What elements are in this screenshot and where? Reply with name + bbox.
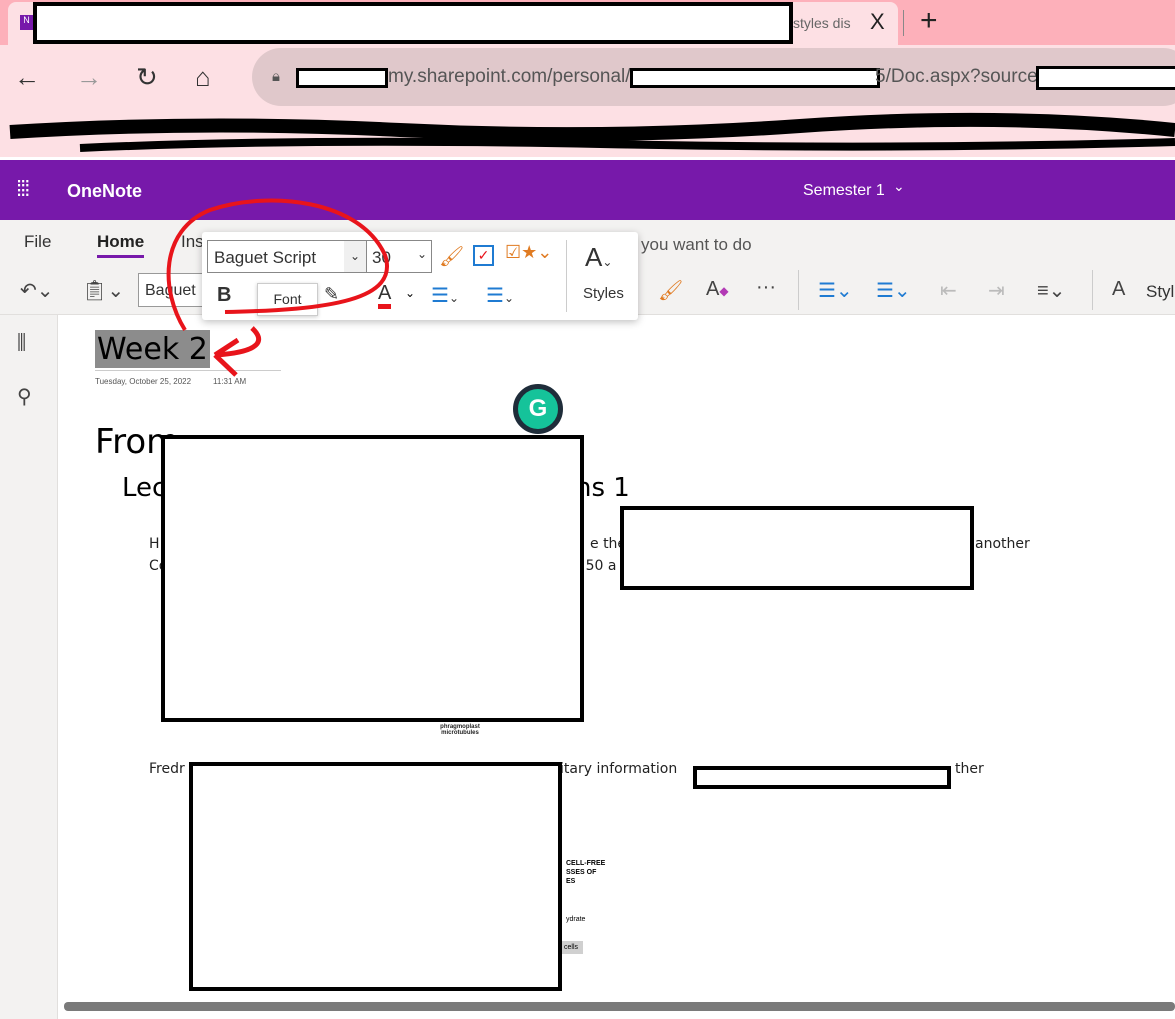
notebooks-icon[interactable]: ⫼ [17, 332, 26, 355]
divider [1092, 270, 1093, 310]
lock-icon: 🔒︎ [272, 68, 280, 85]
image-label: ydrate [566, 916, 586, 923]
divider [566, 240, 567, 312]
subheading-start: Lec [122, 473, 167, 503]
home-icon[interactable]: ⌂ [195, 62, 211, 93]
tab-file[interactable]: File [24, 232, 51, 252]
font-name-box[interactable]: Baguet [138, 273, 208, 307]
forward-icon[interactable]: → [76, 62, 102, 93]
clear-formatting-icon[interactable]: A◆ [706, 278, 729, 301]
page-title[interactable]: Week 2 [97, 332, 208, 367]
styles-icon[interactable]: A [1112, 278, 1125, 301]
redacted-url [296, 68, 388, 88]
paste-icon[interactable]: 📋︎⌄ [82, 278, 124, 303]
page-time: 11:31 AM [213, 377, 247, 386]
redacted-image [161, 435, 584, 722]
todo-tag-icon[interactable]: ✓ [473, 245, 494, 266]
increase-indent-icon[interactable]: ⇥ [988, 278, 1005, 303]
tab-insert[interactable]: Ins [181, 232, 204, 252]
chevron-down-icon[interactable]: ⌄ [893, 178, 905, 195]
styles-button[interactable]: Styles [583, 285, 624, 302]
image-label: SSES OF [566, 869, 597, 876]
active-tab-indicator [97, 255, 144, 258]
tab-home[interactable]: Home [97, 232, 144, 252]
paragraph-text: another [975, 536, 1030, 552]
search-icon[interactable]: ⚲ [17, 384, 32, 409]
bold-button[interactable]: B [217, 284, 231, 307]
undo-icon[interactable]: ↶⌄ [20, 278, 54, 303]
font-color-icon[interactable]: A [378, 282, 392, 309]
new-tab-button[interactable]: + [920, 4, 938, 38]
numbered-list-icon[interactable]: ☰⌄ [876, 278, 911, 303]
redacted-text [693, 766, 951, 789]
horizontal-scrollbar[interactable] [64, 1002, 1175, 1011]
bullet-list-icon[interactable]: ☰⌄ [431, 283, 459, 308]
title-underline [95, 370, 281, 371]
annotation-arrow [213, 326, 262, 377]
app-name[interactable]: OneNote [67, 181, 142, 202]
url-host: my.sharepoint.com/personal/ [388, 66, 631, 87]
highlighter-icon[interactable]: ✎ [324, 284, 339, 305]
styles-icon[interactable]: A⌄ [585, 242, 612, 273]
redacted-url [630, 68, 880, 88]
notebook-name[interactable]: Semester 1 [803, 182, 885, 200]
tab-close-button[interactable]: X [870, 9, 885, 35]
font-name: Baguet [145, 282, 196, 299]
reload-icon[interactable]: ↻ [136, 62, 158, 93]
paragraph-text: ther [955, 761, 984, 777]
chevron-down-icon[interactable]: ⌄ [417, 247, 427, 261]
styles-button[interactable]: Styl [1146, 282, 1174, 302]
redacted-tab-title [33, 2, 793, 44]
format-painter-icon[interactable]: 🖌︎ [439, 244, 464, 269]
paragraph-text: H [149, 536, 160, 552]
page-date: Tuesday, October 25, 2022 [95, 377, 192, 386]
app-launcher-icon[interactable]: ⁞⁞⁞ [16, 176, 30, 202]
tell-me-search[interactable]: you want to do [641, 235, 752, 255]
bullet-list-icon[interactable]: ☰⌄ [818, 278, 853, 303]
font-size-dropdown[interactable]: 30 ⌄ [366, 240, 432, 273]
image-label: cells [562, 941, 583, 954]
chevron-down-icon[interactable]: ⌄ [405, 286, 415, 300]
font-name-value: Baguet Script [214, 248, 317, 267]
tab-divider [903, 10, 904, 36]
image-label: ES [566, 878, 576, 885]
redacted-url [1036, 66, 1175, 90]
font-tooltip: Font [257, 283, 318, 316]
redacted-text [620, 506, 974, 590]
grammarly-icon[interactable]: G [513, 384, 563, 434]
left-rail [0, 315, 58, 1019]
redacted-bookmarks-scribble [9, 112, 1175, 152]
image-label: CELL-FREE [566, 860, 606, 867]
divider [798, 270, 799, 310]
font-name-dropdown[interactable]: Baguet Script ⌄ [207, 240, 367, 273]
numbered-list-icon[interactable]: ☰⌄ [486, 283, 514, 308]
image-caption: phragmoplast microtubules [440, 724, 480, 736]
decrease-indent-icon[interactable]: ⇤ [940, 278, 957, 303]
format-painter-icon[interactable]: 🖌︎ [658, 278, 683, 303]
more-options-icon[interactable]: ··· [756, 276, 776, 299]
tab-title: styles dis [793, 15, 851, 31]
onenote-favicon-icon: N [20, 15, 33, 30]
font-size-value: 30 [372, 248, 391, 267]
paragraph-text: itary information [560, 761, 678, 777]
back-icon[interactable]: ← [14, 62, 40, 93]
paragraph-text: Fredr [149, 761, 185, 777]
url-path: 5/Doc.aspx?sourced [875, 66, 1049, 87]
align-icon[interactable]: ≡⌄ [1037, 278, 1065, 303]
chevron-down-icon[interactable]: ⌄ [344, 241, 366, 272]
tag-star-icon[interactable]: ☑★⌄ [505, 242, 552, 263]
app-header [0, 160, 1175, 220]
redacted-image [189, 762, 562, 991]
